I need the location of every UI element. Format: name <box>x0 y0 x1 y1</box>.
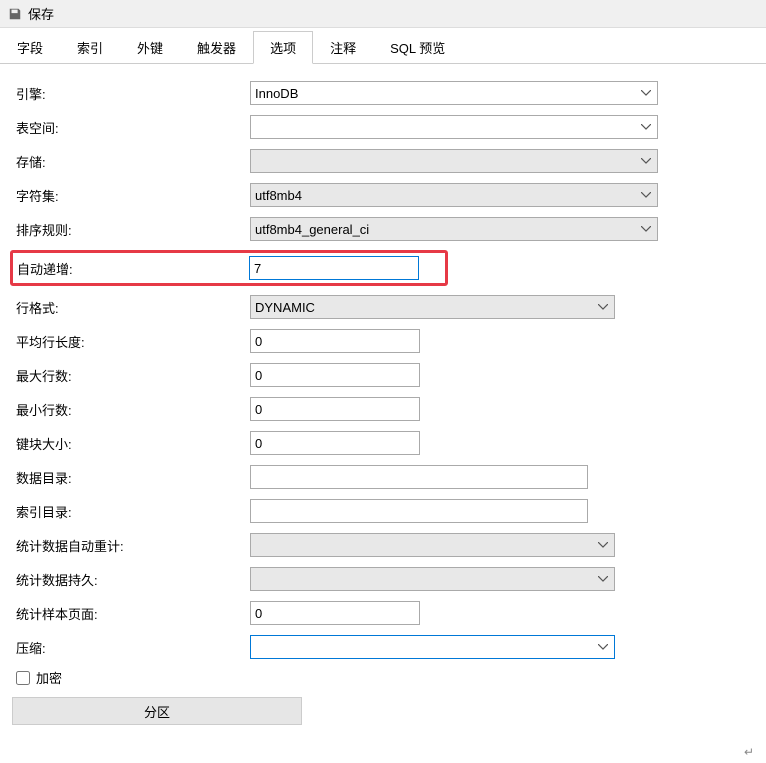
tab-options[interactable]: 选项 <box>253 31 313 64</box>
min-rows-label: 最小行数: <box>12 400 250 419</box>
row-format-label: 行格式: <box>12 298 250 317</box>
row-format-select[interactable]: DYNAMIC <box>250 295 615 319</box>
collation-label: 排序规则: <box>12 220 250 239</box>
partition-button[interactable]: 分区 <box>12 697 302 725</box>
auto-increment-input[interactable] <box>249 256 419 280</box>
charset-label: 字符集: <box>12 186 250 205</box>
compression-select[interactable] <box>250 635 615 659</box>
min-rows-input[interactable] <box>250 397 420 421</box>
tab-sql-preview[interactable]: SQL 预览 <box>373 31 462 64</box>
engine-label: 引擎: <box>12 84 250 103</box>
options-form: 引擎: InnoDB 表空间: 存储: 字符集: utf8mb4 排序规则: u… <box>0 64 766 741</box>
avg-row-length-label: 平均行长度: <box>12 332 250 351</box>
save-icon <box>8 7 22 21</box>
key-block-size-label: 键块大小: <box>12 434 250 453</box>
key-block-size-input[interactable] <box>250 431 420 455</box>
tab-indexes[interactable]: 索引 <box>60 31 120 64</box>
footer-mark: ↵ <box>0 741 766 763</box>
stats-sample-pages-input[interactable] <box>250 601 420 625</box>
charset-select[interactable]: utf8mb4 <box>250 183 658 207</box>
stats-persistent-label: 统计数据持久: <box>12 570 250 589</box>
collation-select[interactable]: utf8mb4_general_ci <box>250 217 658 241</box>
tab-fields[interactable]: 字段 <box>0 31 60 64</box>
max-rows-label: 最大行数: <box>12 366 250 385</box>
tab-foreign-keys[interactable]: 外键 <box>120 31 180 64</box>
index-directory-label: 索引目录: <box>12 502 250 521</box>
toolbar: 保存 <box>0 0 766 28</box>
avg-row-length-input[interactable] <box>250 329 420 353</box>
max-rows-input[interactable] <box>250 363 420 387</box>
storage-select[interactable] <box>250 149 658 173</box>
compression-label: 压缩: <box>12 638 250 657</box>
encryption-checkbox[interactable] <box>16 671 30 685</box>
data-directory-input[interactable] <box>250 465 588 489</box>
stats-sample-pages-label: 统计样本页面: <box>12 604 250 623</box>
data-directory-label: 数据目录: <box>12 468 250 487</box>
tablespace-label: 表空间: <box>12 118 250 137</box>
auto-increment-label: 自动递增: <box>13 259 249 278</box>
tabs: 字段 索引 外键 触发器 选项 注释 SQL 预览 <box>0 28 766 64</box>
tab-triggers[interactable]: 触发器 <box>180 31 253 64</box>
stats-auto-recalc-select[interactable] <box>250 533 615 557</box>
stats-persistent-select[interactable] <box>250 567 615 591</box>
storage-label: 存储: <box>12 152 250 171</box>
tab-comment[interactable]: 注释 <box>313 31 373 64</box>
auto-increment-highlight: 自动递增: <box>10 250 448 286</box>
tablespace-select[interactable] <box>250 115 658 139</box>
stats-auto-recalc-label: 统计数据自动重计: <box>12 536 250 555</box>
encryption-label: 加密 <box>36 668 62 687</box>
index-directory-input[interactable] <box>250 499 588 523</box>
engine-select[interactable]: InnoDB <box>250 81 658 105</box>
save-button[interactable]: 保存 <box>28 4 54 23</box>
